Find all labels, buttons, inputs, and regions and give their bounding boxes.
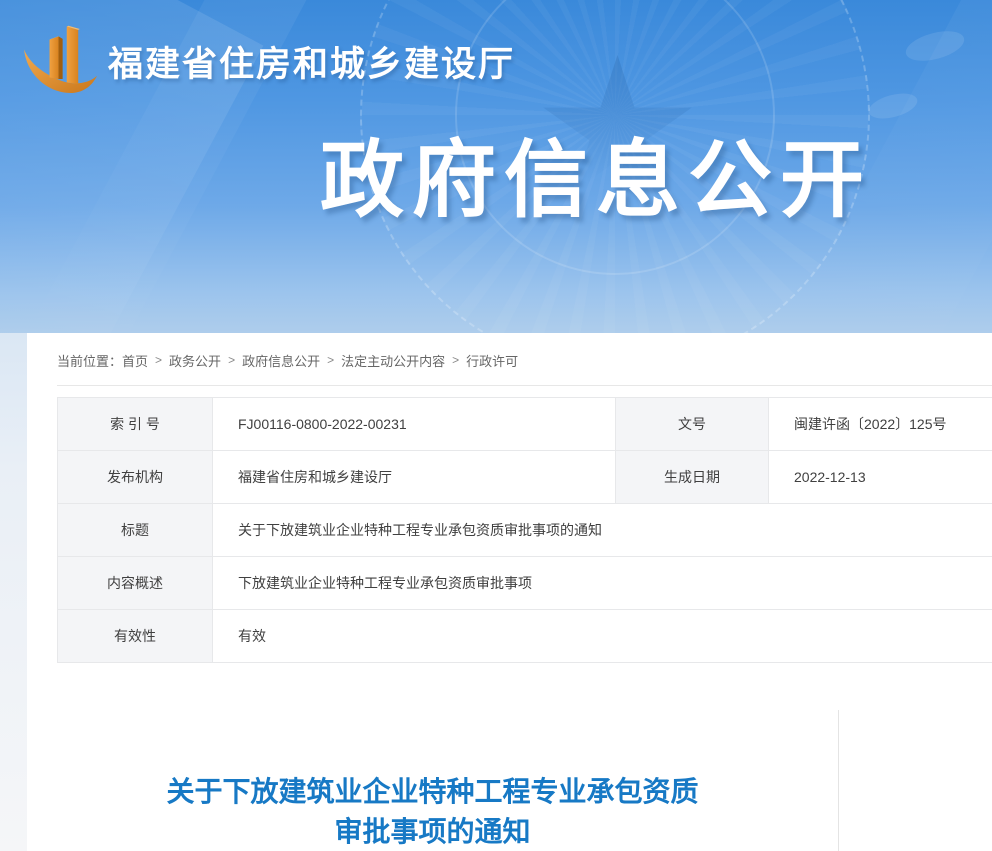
site-title: 福建省住房和城乡建设厅 bbox=[108, 36, 515, 87]
document-title-line1: 关于下放建筑业企业特种工程专业承包资质 bbox=[27, 772, 838, 812]
document-body-area: 关于下放建筑业企业特种工程专业承包资质 审批事项的通知 bbox=[27, 710, 839, 851]
meta-label-index-no: 索 引 号 bbox=[58, 398, 213, 451]
meta-value-publisher: 福建省住房和城乡建设厅 bbox=[213, 451, 616, 504]
breadcrumb-item-xinxi-gongkai[interactable]: 政府信息公开 bbox=[242, 351, 320, 370]
breadcrumb-item-home[interactable]: 首页 bbox=[122, 351, 148, 370]
decor-blob bbox=[866, 89, 920, 123]
breadcrumb-separator: > bbox=[327, 353, 334, 367]
document-title: 关于下放建筑业企业特种工程专业承包资质 审批事项的通知 bbox=[27, 710, 838, 851]
breadcrumb-item-xingzheng-xuke[interactable]: 行政许可 bbox=[466, 351, 518, 370]
banner-page-title: 政府信息公开 bbox=[320, 134, 872, 226]
meta-value-validity: 有效 bbox=[213, 610, 992, 663]
site-banner: 福建省住房和城乡建设厅 政府信息公开 bbox=[0, 0, 992, 333]
breadcrumb-divider bbox=[57, 385, 992, 386]
breadcrumb-label: 当前位置： bbox=[57, 351, 122, 370]
table-row: 内容概述 下放建筑业企业特种工程专业承包资质审批事项 bbox=[58, 557, 992, 610]
meta-label-publisher: 发布机构 bbox=[58, 451, 213, 504]
meta-value-title: 关于下放建筑业企业特种工程专业承包资质审批事项的通知 bbox=[213, 504, 992, 557]
breadcrumb: 当前位置： 首页 > 政务公开 > 政府信息公开 > 法定主动公开内容 > 行政… bbox=[57, 347, 518, 373]
meta-value-index-no: FJ00116-0800-2022-00231 bbox=[213, 398, 616, 451]
table-row: 索 引 号 FJ00116-0800-2022-00231 文号 闽建许函〔20… bbox=[58, 398, 992, 451]
content-card: 当前位置： 首页 > 政务公开 > 政府信息公开 > 法定主动公开内容 > 行政… bbox=[27, 333, 992, 851]
breadcrumb-item-zhengwu[interactable]: 政务公开 bbox=[169, 351, 221, 370]
meta-value-doc-no: 闽建许函〔2022〕125号 bbox=[769, 398, 992, 451]
meta-value-summary: 下放建筑业企业特种工程专业承包资质审批事项 bbox=[213, 557, 992, 610]
breadcrumb-separator: > bbox=[452, 353, 459, 367]
document-meta-table: 索 引 号 FJ00116-0800-2022-00231 文号 闽建许函〔20… bbox=[57, 397, 992, 663]
meta-label-date: 生成日期 bbox=[616, 451, 769, 504]
breadcrumb-item-fading-neirong[interactable]: 法定主动公开内容 bbox=[341, 351, 445, 370]
decor-blob bbox=[903, 26, 968, 67]
meta-label-validity: 有效性 bbox=[58, 610, 213, 663]
breadcrumb-separator: > bbox=[228, 353, 235, 367]
table-row: 有效性 有效 bbox=[58, 610, 992, 663]
breadcrumb-separator: > bbox=[155, 353, 162, 367]
department-logo-icon bbox=[20, 20, 102, 102]
site-brand[interactable]: 福建省住房和城乡建设厅 bbox=[20, 20, 515, 102]
table-row: 标题 关于下放建筑业企业特种工程专业承包资质审批事项的通知 bbox=[58, 504, 992, 557]
meta-label-title: 标题 bbox=[58, 504, 213, 557]
meta-label-doc-no: 文号 bbox=[616, 398, 769, 451]
meta-value-date: 2022-12-13 bbox=[769, 451, 992, 504]
document-title-line2: 审批事项的通知 bbox=[27, 812, 838, 851]
meta-label-summary: 内容概述 bbox=[58, 557, 213, 610]
table-row: 发布机构 福建省住房和城乡建设厅 生成日期 2022-12-13 bbox=[58, 451, 992, 504]
